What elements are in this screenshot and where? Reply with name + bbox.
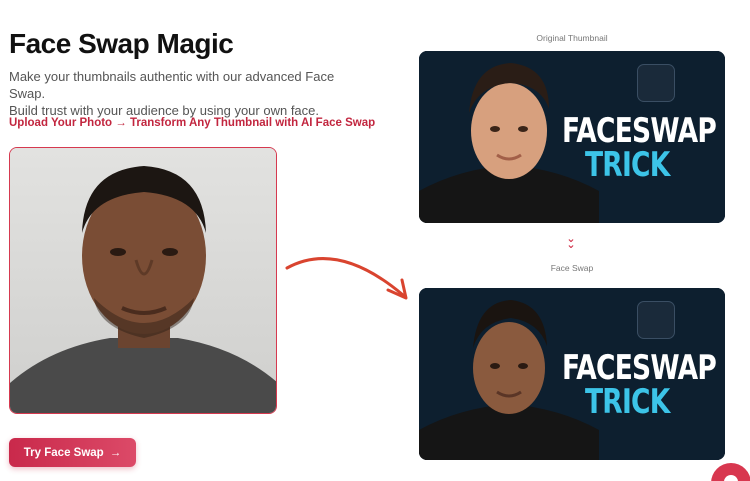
hero-description: Make your thumbnails authentic with our … bbox=[9, 68, 369, 119]
help-bubble-dot bbox=[724, 475, 738, 481]
curved-arrow-icon bbox=[285, 257, 408, 300]
face-swap-thumbnail: FACESWAP TRICK bbox=[419, 288, 725, 460]
description-line-1: Make your thumbnails authentic with our … bbox=[9, 69, 335, 101]
faces-logo-icon bbox=[637, 301, 675, 339]
tagline: Upload Your Photo → Transform Any Thumbn… bbox=[9, 117, 376, 129]
uploaded-photo bbox=[9, 147, 277, 414]
original-thumbnail: FACESWAP TRICK bbox=[419, 51, 725, 223]
faces-logo-icon bbox=[637, 64, 675, 102]
help-bubble-icon[interactable] bbox=[711, 463, 750, 481]
chevron-double-down-icon: ⌄ ⌄ bbox=[566, 233, 576, 251]
original-thumbnail-caption: Original Thumbnail bbox=[536, 33, 608, 43]
try-face-swap-label: Try Face Swap bbox=[23, 446, 104, 459]
arrow-right-icon: → bbox=[109, 446, 122, 459]
try-face-swap-button[interactable]: Try Face Swap → bbox=[9, 438, 136, 467]
page-title: Face Swap Magic bbox=[9, 28, 234, 59]
thumbnail-title-word2: TRICK bbox=[585, 382, 670, 422]
thumbnail-title-word2: TRICK bbox=[585, 145, 670, 185]
face-swap-caption: Face Swap bbox=[550, 263, 594, 273]
